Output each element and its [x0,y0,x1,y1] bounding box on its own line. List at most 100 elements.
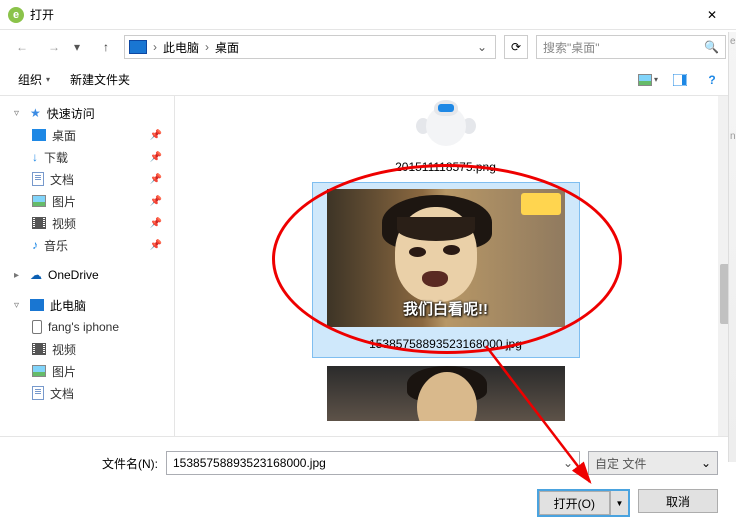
close-icon: ✕ [707,8,717,22]
filename-input[interactable]: 15385758893523168000.jpg ⌄ [166,451,580,475]
sidebar-item-label: 图片 [52,193,76,210]
picture-icon [32,365,46,377]
view-mode-button[interactable]: ▾ [634,69,662,91]
sidebar-item-label: 文档 [50,171,74,188]
onedrive-icon: ☁ [30,268,42,282]
search-placeholder: 搜索"桌面" [543,39,600,56]
chevron-down-icon[interactable]: ⌄ [563,456,573,470]
new-folder-button[interactable]: 新建文件夹 [62,67,138,92]
file-caption: 15385758893523168000.jpg [369,337,522,351]
refresh-button[interactable]: ⟳ [504,35,528,59]
star-icon: ★ [30,106,41,120]
expander-icon[interactable]: ▿ [14,108,24,119]
path-segment-thispc[interactable]: 此电脑 [163,39,199,56]
file-type-filter[interactable]: 自定 文件 ⌄ [588,451,718,475]
sidebar: ▿ ★ 快速访问 桌面📌↓下载📌文档📌图片📌视频📌♪音乐📌 ▸ ☁ OneDri… [0,96,175,436]
sidebar-item-label: 图片 [52,363,76,380]
this-pc-label: 此电脑 [50,297,86,314]
file-item-selected[interactable]: 我们白看呢!! 15385758893523168000.jpg [312,182,580,358]
onedrive-label: OneDrive [48,268,99,282]
preview-pane-icon [673,74,687,86]
titlebar: e 打开 ✕ [0,0,736,30]
sidebar-item-label: 文档 [50,385,74,402]
help-button[interactable]: ? [698,69,726,91]
path-segment-desktop[interactable]: 桌面 [215,39,239,56]
pin-icon: 📌 [150,196,162,207]
back-button[interactable]: ← [10,35,34,59]
file-thumbnail: 我们白看呢!! [327,189,565,327]
sidebar-item-label: 音乐 [44,237,68,254]
cancel-button[interactable]: 取消 [638,489,718,513]
path-dropdown-caret[interactable]: ⌄ [473,40,491,54]
new-folder-label: 新建文件夹 [70,71,130,88]
forward-button[interactable]: → [42,35,66,59]
sidebar-item-videos[interactable]: 视频 [4,338,170,360]
this-pc-icon [30,299,44,311]
expander-icon[interactable]: ▿ [14,300,24,311]
file-thumbnail [366,96,526,156]
organize-label: 组织 [18,71,42,88]
sidebar-item-label: fang's iphone [48,320,119,334]
refresh-icon: ⟳ [511,40,521,54]
expander-icon[interactable]: ▸ [14,270,24,281]
file-item[interactable]: 201511118575.png [366,96,526,174]
organize-button[interactable]: 组织 ▾ [10,67,58,92]
robot-image [406,100,486,152]
subtitle-text: 我们白看呢!! [403,298,488,319]
sidebar-item-pictures[interactable]: 图片 📌 [4,190,170,212]
sidebar-item-label: 下载 [44,149,68,166]
breadcrumb[interactable]: › 此电脑 › 桌面 ⌄ [124,35,496,59]
video-icon [32,217,46,229]
sidebar-item-videos[interactable]: 视频📌 [4,212,170,234]
right-edge-strip: e n [728,32,736,462]
path-sep-icon: › [153,40,157,54]
sidebar-onedrive[interactable]: ▸ ☁ OneDrive [4,264,170,286]
file-caption: 201511118575.png [395,160,496,174]
video-icon [32,343,46,355]
main-area: ▿ ★ 快速访问 桌面📌↓下载📌文档📌图片📌视频📌♪音乐📌 ▸ ☁ OneDri… [0,96,736,436]
chevron-down-icon[interactable]: ⌄ [701,456,711,470]
sidebar-item-iphone[interactable]: fang's iphone [4,316,170,338]
sidebar-item-downloads[interactable]: ↓ 下载 📌 [4,146,170,168]
download-icon: ↓ [32,150,38,164]
file-list[interactable]: 201511118575.png 我们白看呢!! 153857588935231… [175,96,736,436]
up-button[interactable]: ↑ [96,35,116,59]
document-icon [32,172,44,186]
chevron-down-icon: ▾ [46,75,50,84]
sidebar-item-music[interactable]: ♪音乐📌 [4,234,170,256]
sidebar-item-pictures[interactable]: 图片 [4,360,170,382]
thumbnail-view-icon [638,74,652,86]
sidebar-item-documents[interactable]: 文档 📌 [4,168,170,190]
ie-icon: e [8,7,24,23]
search-input[interactable]: 搜索"桌面" 🔍 [536,35,726,59]
sidebar-quick-access[interactable]: ▿ ★ 快速访问 [4,102,170,124]
pin-icon: 📌 [150,218,162,229]
recent-locations-caret[interactable]: ▾ [74,40,88,54]
footer: 文件名(N): 15385758893523168000.jpg ⌄ 自定 文件… [0,436,736,528]
open-button[interactable]: 打开(O) [539,491,610,515]
path-sep-icon: › [205,40,209,54]
sidebar-this-pc[interactable]: ▿ 此电脑 [4,294,170,316]
close-button[interactable]: ✕ [696,4,728,26]
window-title: 打开 [30,6,54,23]
pin-icon: 📌 [150,240,162,251]
chevron-down-icon: ▼ [616,499,624,508]
phone-icon [32,320,42,334]
sidebar-item-documents[interactable]: 文档 [4,382,170,404]
toolbar: 组织 ▾ 新建文件夹 ▾ ? [0,64,736,96]
search-icon: 🔍 [704,40,719,54]
nav-row: ← → ▾ ↑ › 此电脑 › 桌面 ⌄ ⟳ 搜索"桌面" 🔍 [0,30,736,64]
chevron-down-icon: ▾ [654,75,658,84]
open-split-button[interactable]: ▼ [610,491,628,515]
preview-pane-button[interactable] [666,69,694,91]
filename-value: 15385758893523168000.jpg [173,456,563,470]
pin-icon: 📌 [150,174,162,185]
file-item[interactable] [327,366,565,421]
sidebar-item-label: 桌面 [52,127,76,144]
pin-icon: 📌 [150,130,162,141]
document-icon [32,386,44,400]
pin-icon: 📌 [150,152,162,163]
sidebar-item-desktop[interactable]: 桌面 📌 [4,124,170,146]
this-pc-icon [129,40,147,54]
help-icon: ? [708,73,715,87]
